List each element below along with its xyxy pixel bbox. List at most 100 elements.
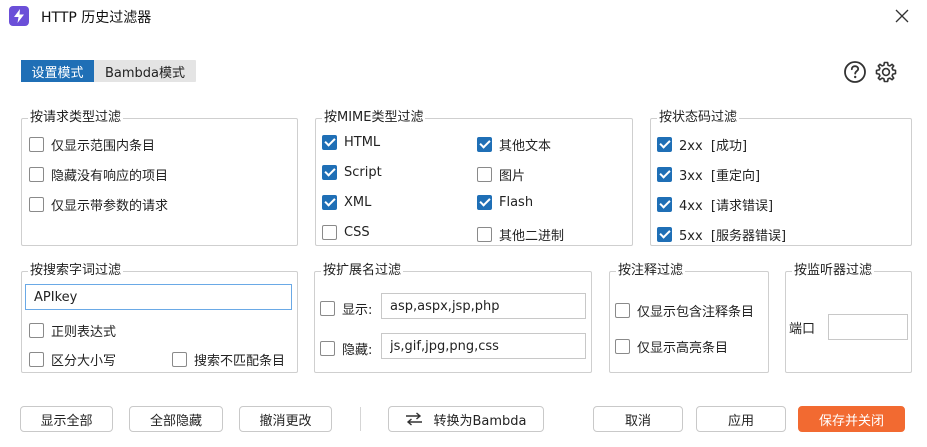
regex-option[interactable]: 正则表达式: [29, 321, 116, 340]
app-icon: [9, 6, 29, 26]
hide-extension-input[interactable]: [381, 333, 586, 359]
status-3xx-label: 3xx [重定向]: [679, 169, 761, 184]
in-scope-only-option[interactable]: 仅显示范围内条目: [29, 135, 155, 154]
show-extension-option[interactable]: 显示:: [320, 299, 372, 318]
request-type-filter-group: 按请求类型过滤 仅显示范围内条目 隐藏没有响应的项目 仅显示带参数的请求: [21, 110, 298, 246]
swap-arrows-icon: [406, 412, 423, 426]
help-icon: [844, 61, 866, 83]
help-button[interactable]: [842, 59, 868, 85]
listener-filter-group: 按监听器过滤 端口: [785, 263, 912, 373]
convert-to-bambda-button[interactable]: 转换为Bambda: [388, 406, 544, 432]
status-4xx-label: 4xx [请求错误]: [679, 199, 774, 214]
commented-only-option[interactable]: 仅显示包含注释条目: [615, 301, 754, 320]
status-3xx-option[interactable]: 3xx [重定向]: [657, 165, 760, 184]
regex-label: 正则表达式: [51, 325, 117, 340]
mime-html-label: HTML: [344, 135, 381, 150]
status-3xx-checkbox[interactable]: [657, 167, 672, 182]
extension-filter-group: 按扩展名过滤 显示: 隐藏:: [314, 263, 592, 373]
hide-no-response-option[interactable]: 隐藏没有响应的项目: [29, 165, 168, 184]
mime-other-text-checkbox[interactable]: [477, 137, 492, 152]
negative-search-label: 搜索不匹配条目: [194, 354, 286, 369]
mime-script-option[interactable]: Script: [322, 165, 382, 180]
close-button[interactable]: [890, 4, 914, 28]
mime-script-label: Script: [344, 165, 382, 180]
status-5xx-label: 5xx [服务器错误]: [679, 229, 787, 244]
mime-script-checkbox[interactable]: [322, 165, 337, 180]
mime-images-checkbox[interactable]: [477, 167, 492, 182]
mime-flash-option[interactable]: Flash: [477, 195, 533, 210]
listener-filter-title: 按监听器过滤: [792, 263, 875, 279]
request-type-filter-title: 按请求类型过滤: [28, 110, 124, 126]
show-extension-label: 显示:: [342, 303, 373, 318]
case-sensitive-checkbox[interactable]: [29, 352, 44, 367]
mode-toggle: 设置模式 Bambda模式: [21, 60, 196, 82]
highlighted-only-label: 仅显示高亮条目: [637, 341, 729, 356]
mime-flash-label: Flash: [499, 195, 534, 210]
mime-css-option[interactable]: CSS: [322, 225, 370, 240]
in-scope-only-label: 仅显示范围内条目: [51, 139, 156, 154]
bambda-mode-button[interactable]: Bambda模式: [94, 60, 196, 82]
mime-filter-title: 按MIME类型过滤: [322, 110, 426, 126]
negative-search-option[interactable]: 搜索不匹配条目: [172, 350, 285, 369]
show-all-button[interactable]: 显示全部: [20, 406, 113, 432]
window-title: HTTP 历史过滤器: [41, 10, 152, 26]
regex-checkbox[interactable]: [29, 323, 44, 338]
hide-all-button[interactable]: 全部隐藏: [129, 406, 223, 432]
apply-button[interactable]: 应用: [696, 406, 786, 432]
status-5xx-checkbox[interactable]: [657, 227, 672, 242]
annotation-filter-group: 按注释过滤 仅显示包含注释条目 仅显示高亮条目: [609, 263, 769, 373]
mime-html-option[interactable]: HTML: [322, 135, 380, 150]
mime-xml-checkbox[interactable]: [322, 195, 337, 210]
show-extension-checkbox[interactable]: [320, 301, 335, 316]
case-sensitive-option[interactable]: 区分大小写: [29, 350, 116, 369]
lightning-icon: [14, 9, 24, 23]
status-4xx-option[interactable]: 4xx [请求错误]: [657, 195, 773, 214]
hide-extension-label: 隐藏:: [342, 343, 373, 358]
status-code-filter-group: 按状态码过滤 2xx [成功] 3xx [重定向] 4xx [请求错误] 5xx…: [650, 110, 912, 246]
hide-extension-checkbox[interactable]: [320, 341, 335, 356]
status-2xx-checkbox[interactable]: [657, 137, 672, 152]
case-sensitive-label: 区分大小写: [51, 354, 117, 369]
settings-mode-button[interactable]: 设置模式: [21, 60, 94, 82]
status-4xx-checkbox[interactable]: [657, 197, 672, 212]
save-and-close-button[interactable]: 保存并关闭: [798, 406, 905, 432]
mime-html-checkbox[interactable]: [322, 135, 337, 150]
mime-filter-group: 按MIME类型过滤 HTML Script XML CSS 其他文本 图片 Fl…: [315, 110, 633, 246]
mime-images-label: 图片: [499, 169, 526, 184]
mime-xml-label: XML: [344, 195, 372, 210]
search-filter-title: 按搜索字词过滤: [28, 263, 124, 279]
mime-css-checkbox[interactable]: [322, 225, 337, 240]
highlighted-only-option[interactable]: 仅显示高亮条目: [615, 337, 728, 356]
negative-search-checkbox[interactable]: [172, 352, 187, 367]
mime-images-option[interactable]: 图片: [477, 165, 525, 184]
params-only-checkbox[interactable]: [29, 197, 44, 212]
mime-other-text-option[interactable]: 其他文本: [477, 135, 551, 154]
mime-xml-option[interactable]: XML: [322, 195, 371, 210]
commented-only-label: 仅显示包含注释条目: [637, 305, 755, 320]
close-icon: [895, 9, 909, 23]
search-input[interactable]: [25, 284, 292, 310]
commented-only-checkbox[interactable]: [615, 303, 630, 318]
params-only-option[interactable]: 仅显示带参数的请求: [29, 195, 168, 214]
hide-no-response-checkbox[interactable]: [29, 167, 44, 182]
mime-other-binary-option[interactable]: 其他二进制: [477, 225, 564, 244]
mime-flash-checkbox[interactable]: [477, 195, 492, 210]
in-scope-only-checkbox[interactable]: [29, 137, 44, 152]
port-label: 端口: [789, 322, 816, 337]
params-only-label: 仅显示带参数的请求: [51, 199, 169, 214]
gear-icon: [875, 61, 897, 83]
status-2xx-label: 2xx [成功]: [679, 139, 748, 154]
cancel-button[interactable]: 取消: [593, 406, 683, 432]
settings-button[interactable]: [873, 59, 899, 85]
extension-filter-title: 按扩展名过滤: [321, 263, 404, 279]
show-extension-input[interactable]: [381, 293, 586, 319]
status-5xx-option[interactable]: 5xx [服务器错误]: [657, 225, 786, 244]
port-input[interactable]: [828, 314, 908, 340]
mime-other-binary-checkbox[interactable]: [477, 227, 492, 242]
annotation-filter-title: 按注释过滤: [616, 263, 686, 279]
highlighted-only-checkbox[interactable]: [615, 339, 630, 354]
revert-changes-button[interactable]: 撤消更改: [239, 406, 332, 432]
status-2xx-option[interactable]: 2xx [成功]: [657, 135, 747, 154]
mime-css-label: CSS: [344, 225, 370, 240]
hide-extension-option[interactable]: 隐藏:: [320, 339, 372, 358]
